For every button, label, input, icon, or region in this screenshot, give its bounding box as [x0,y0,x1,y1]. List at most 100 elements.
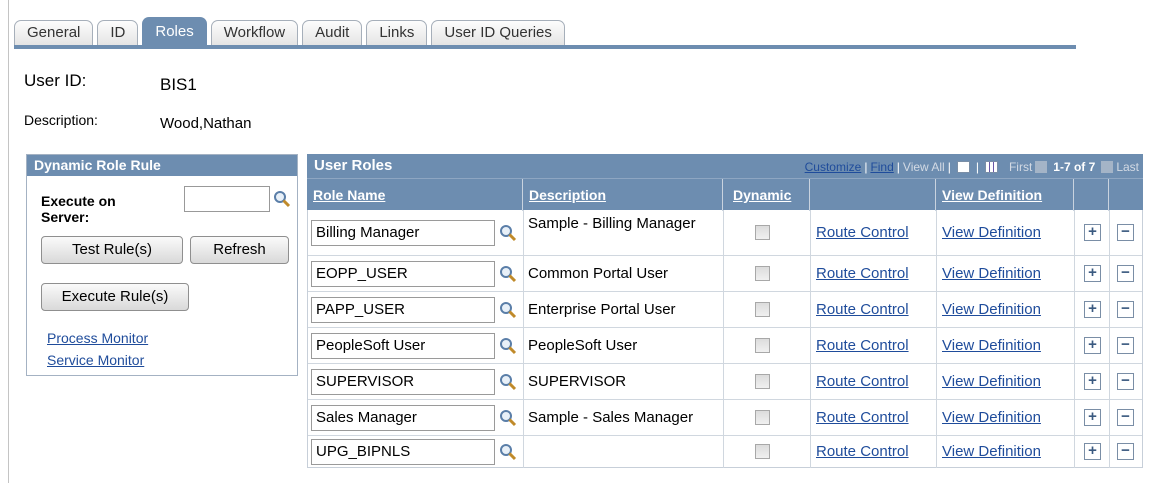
table-row: UPG_BIPNLS Route Control View Definition + − [308,436,1142,468]
role-description: Sample - Billing Manager [528,215,696,232]
route-control-link[interactable]: Route Control [816,301,909,318]
plus-icon[interactable]: + [1084,265,1101,282]
plus-icon[interactable]: + [1084,224,1101,241]
execute-rule-button[interactable]: Execute Rule(s) [41,283,189,311]
magnifier-icon[interactable] [499,265,517,283]
tab-bar: General ID Roles Workflow Audit Links Us… [14,17,569,45]
tab-links[interactable]: Links [366,20,428,45]
view-definition-link[interactable]: View Definition [942,301,1041,318]
customize-link[interactable]: Customize [805,160,862,174]
download-grid-icon[interactable] [984,161,998,173]
minus-icon[interactable]: − [1117,265,1134,282]
dynamic-checkbox[interactable] [755,302,770,317]
last-label: Last [1116,160,1139,174]
view-definition-link[interactable]: View Definition [942,224,1041,241]
test-rule-button[interactable]: Test Rule(s) [41,236,183,264]
user-roles-title-bar: User Roles Customize | Find | View All |… [307,154,1143,178]
view-definition-link[interactable]: View Definition [942,443,1041,460]
minus-icon[interactable]: − [1117,224,1134,241]
magnifier-icon[interactable] [499,443,517,461]
column-divider [1109,210,1110,468]
nav-separator: | [864,160,868,174]
dynamic-checkbox[interactable] [755,444,770,459]
magnifier-icon[interactable] [499,373,517,391]
dynamic-checkbox[interactable] [755,338,770,353]
plus-icon[interactable]: + [1084,443,1101,460]
tab-audit[interactable]: Audit [302,20,363,45]
role-name-input[interactable]: EOPP_USER [311,261,495,287]
magnifier-icon[interactable] [273,190,291,208]
plus-icon[interactable]: + [1084,337,1101,354]
minus-icon[interactable]: − [1117,301,1134,318]
table-row: Billing Manager Sample - Billing Manager R… [308,210,1142,256]
dynamic-checkbox[interactable] [755,225,770,240]
panel-title: Dynamic Role Rule [27,155,297,176]
column-header-description[interactable]: Description [523,179,723,211]
route-control-link[interactable]: Route Control [816,337,909,354]
nav-separator: | [947,160,951,174]
execute-on-server-label: Execute on Server: [41,193,116,225]
magnifier-icon[interactable] [499,409,517,427]
nav-separator: | [896,160,900,174]
table-row: SUPERVISOR SUPERVISOR Route Control View De… [308,364,1142,400]
view-definition-link[interactable]: View Definition [942,373,1041,390]
description-value: Wood,Nathan [160,115,252,132]
user-id-label: User ID: [24,71,87,90]
role-name-input[interactable]: PeopleSoft User [311,333,495,359]
dynamic-checkbox[interactable] [755,374,770,389]
minus-icon[interactable]: − [1117,373,1134,390]
service-monitor-link[interactable]: Service Monitor [47,352,144,368]
route-control-link[interactable]: Route Control [816,409,909,426]
view-definition-link[interactable]: View Definition [942,337,1041,354]
role-description: PeopleSoft User [528,337,638,354]
minus-icon[interactable]: − [1117,337,1134,354]
role-description: Sample - Sales Manager [528,409,694,426]
column-divider [936,210,937,468]
magnifier-icon[interactable] [499,224,517,242]
route-control-link[interactable]: Route Control [816,373,909,390]
magnifier-icon[interactable] [499,337,517,355]
minus-icon[interactable]: − [1117,409,1134,426]
plus-icon[interactable]: + [1084,301,1101,318]
column-header-role-name[interactable]: Role Name [307,179,523,211]
tab-general[interactable]: General [14,20,94,45]
role-name-input[interactable]: UPG_BIPNLS [311,439,495,465]
tab-workflow[interactable]: Workflow [210,20,299,45]
row-range: 1-7 of 7 [1053,160,1096,174]
tab-id[interactable]: ID [97,20,139,45]
table-row: Sales Manager Sample - Sales Manager Route… [308,400,1142,436]
minus-icon[interactable]: − [1117,443,1134,460]
role-name-input[interactable]: PAPP_USER [311,297,495,323]
column-header-delete [1109,179,1143,211]
magnifier-icon[interactable] [499,301,517,319]
role-name-input[interactable]: Sales Manager [311,405,495,431]
route-control-link[interactable]: Route Control [816,443,909,460]
table-row: EOPP_USER Common Portal User Route Control… [308,256,1142,292]
new-window-icon[interactable] [956,161,970,173]
description-label: Description: [24,112,98,128]
route-control-link[interactable]: Route Control [816,224,909,241]
column-header-view-definition[interactable]: View Definition [936,179,1074,211]
column-header-add [1074,179,1109,211]
tab-underline [14,45,1076,49]
dynamic-checkbox[interactable] [755,410,770,425]
previous-arrow-icon [1035,161,1048,173]
plus-icon[interactable]: + [1084,409,1101,426]
role-name-input[interactable]: SUPERVISOR [311,369,495,395]
role-name-input[interactable]: Billing Manager [311,220,495,246]
column-header-dynamic[interactable]: Dynamic [723,179,810,211]
refresh-button[interactable]: Refresh [190,236,289,264]
view-definition-link[interactable]: View Definition [942,265,1041,282]
tab-user-id-queries[interactable]: User ID Queries [431,20,565,45]
column-divider [810,210,811,468]
execute-on-server-input[interactable] [184,186,270,212]
route-control-link[interactable]: Route Control [816,265,909,282]
dynamic-checkbox[interactable] [755,266,770,281]
process-monitor-link[interactable]: Process Monitor [47,330,148,346]
find-link[interactable]: Find [870,160,893,174]
user-id-value: BIS1 [160,75,197,94]
plus-icon[interactable]: + [1084,373,1101,390]
tab-roles[interactable]: Roles [142,17,207,45]
view-definition-link[interactable]: View Definition [942,409,1041,426]
view-all-link: View All [902,160,945,174]
